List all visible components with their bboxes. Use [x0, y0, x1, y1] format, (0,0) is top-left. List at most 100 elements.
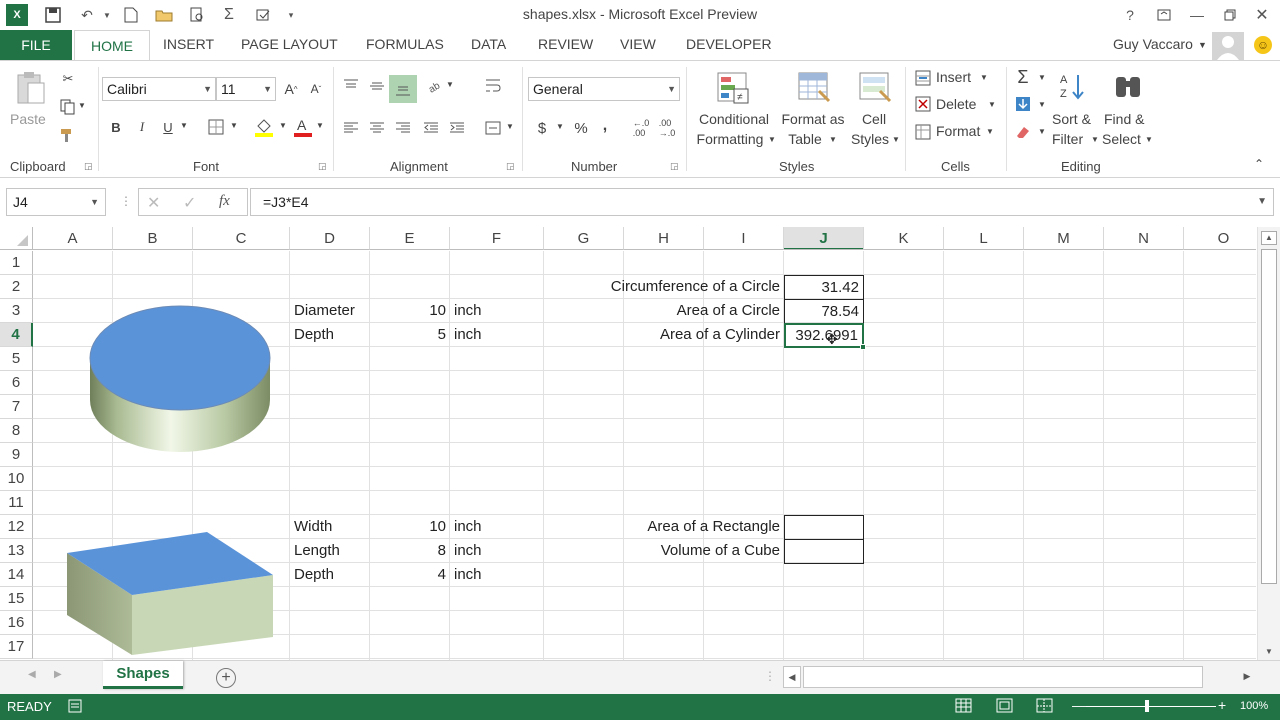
tab-view[interactable]: VIEW [620, 36, 656, 52]
column-header-J-selected[interactable]: J [784, 227, 864, 250]
insert-cells-button[interactable]: Insert [936, 69, 971, 85]
insert-cells-icon[interactable] [914, 69, 932, 87]
cylinder-shape[interactable] [86, 305, 276, 455]
scroll-left-icon[interactable]: ◀ [783, 666, 801, 688]
collapse-ribbon-icon[interactable]: ⌃ [1254, 157, 1264, 171]
cell-F4[interactable]: inch [450, 323, 544, 347]
find-select-dropdown-icon[interactable]: ▼ [1145, 135, 1153, 144]
font-family-select[interactable]: Calibri ▼ [102, 77, 216, 101]
row-header-5[interactable]: 5 [0, 347, 33, 371]
row-header-3[interactable]: 3 [0, 299, 33, 323]
column-header-C[interactable]: C [193, 227, 290, 250]
tab-page-layout[interactable]: PAGE LAYOUT [241, 36, 338, 52]
orientation-dropdown-icon[interactable]: ▼ [446, 80, 454, 89]
vertical-scroll-thumb[interactable] [1261, 249, 1277, 584]
row-header-12[interactable]: 12 [0, 515, 33, 539]
page-layout-view-icon[interactable] [996, 698, 1014, 717]
row-header-10[interactable]: 10 [0, 467, 33, 491]
grow-font-icon[interactable]: A ^ [282, 79, 300, 99]
italic-button[interactable]: I [134, 117, 150, 137]
cut-icon[interactable]: ✂ [58, 69, 78, 89]
minimize-icon[interactable]: — [1185, 4, 1209, 26]
cell-E4[interactable]: 5 [370, 323, 450, 347]
borders-dropdown-icon[interactable]: ▼ [230, 121, 238, 130]
prev-sheet-icon[interactable]: ◀ [28, 669, 36, 680]
cell-E3[interactable]: 10 [370, 299, 450, 323]
zoom-level[interactable]: 100% [1240, 700, 1268, 712]
cell-D12[interactable]: Width [290, 515, 370, 539]
row-header-14[interactable]: 14 [0, 563, 33, 587]
macro-record-icon[interactable] [68, 698, 84, 717]
column-header-K[interactable]: K [864, 227, 944, 250]
row-header-2[interactable]: 2 [0, 275, 33, 299]
wrap-text-icon[interactable] [482, 75, 504, 97]
tab-file[interactable]: FILE [0, 30, 72, 60]
shrink-font-icon[interactable]: Aˇ [307, 79, 325, 99]
cell-H13[interactable]: Volume of a Cube [544, 539, 784, 563]
cell-styles-icon[interactable] [858, 71, 892, 108]
cell-styles-dropdown-icon[interactable]: ▼ [892, 135, 900, 144]
currency-button[interactable]: $ [534, 117, 550, 139]
ribbon-display-icon[interactable] [1152, 4, 1176, 26]
cell-F3[interactable]: inch [450, 299, 544, 323]
formula-input[interactable]: =J3*E4 ▼ [250, 188, 1274, 216]
format-as-table-dropdown-icon[interactable]: ▼ [829, 135, 837, 144]
font-launcher-icon[interactable]: ◲ [318, 161, 327, 172]
cell-J4-active[interactable]: 392.6991 [784, 323, 864, 348]
column-header-L[interactable]: L [944, 227, 1024, 250]
align-left-icon[interactable] [340, 117, 362, 139]
delete-cells-dropdown-icon[interactable]: ▼ [988, 100, 996, 109]
cell-E13[interactable]: 8 [370, 539, 450, 563]
find-select-line2[interactable]: Select [1102, 131, 1141, 147]
row-header-4[interactable]: 4 [0, 323, 33, 347]
percent-button[interactable]: % [572, 117, 590, 139]
cell-F13[interactable]: inch [450, 539, 544, 563]
align-center-icon[interactable] [366, 117, 388, 139]
increase-decimal-icon[interactable]: ←.0.00 [630, 117, 652, 139]
borders-icon[interactable] [206, 117, 226, 137]
find-select-icon[interactable] [1112, 71, 1144, 106]
zoom-slider[interactable] [1086, 706, 1216, 707]
row-header-16[interactable]: 16 [0, 611, 33, 635]
box-shape[interactable] [64, 527, 278, 660]
middle-align-icon[interactable] [366, 75, 388, 97]
clear-dropdown-icon[interactable]: ▼ [1038, 127, 1046, 136]
format-painter-icon[interactable] [58, 125, 78, 145]
tab-data[interactable]: DATA [471, 36, 506, 52]
comma-button[interactable]: , [598, 115, 612, 137]
zoom-in-icon[interactable]: + [1218, 697, 1226, 713]
column-header-A[interactable]: A [33, 227, 113, 250]
zoom-out-icon[interactable]: — [1072, 697, 1086, 713]
column-header-E[interactable]: E [370, 227, 450, 250]
cell-D4[interactable]: Depth [290, 323, 370, 347]
align-right-icon[interactable] [392, 117, 414, 139]
vertical-scrollbar[interactable]: ▲ ▼ [1257, 227, 1280, 660]
underline-button[interactable]: U [160, 117, 176, 137]
row-header-9[interactable]: 9 [0, 443, 33, 467]
decrease-indent-icon[interactable] [420, 117, 442, 139]
fill-dropdown-icon[interactable]: ▼ [1038, 100, 1046, 109]
insert-cells-dropdown-icon[interactable]: ▼ [980, 73, 988, 82]
font-color-dropdown-icon[interactable]: ▼ [316, 121, 324, 130]
row-header-11[interactable]: 11 [0, 491, 33, 515]
find-select-line1[interactable]: Find & [1104, 111, 1144, 127]
column-header-B[interactable]: B [113, 227, 193, 250]
fill-color-icon[interactable] [253, 115, 275, 139]
bottom-align-icon[interactable] [389, 75, 417, 103]
help-icon[interactable]: ? [1118, 4, 1142, 26]
font-size-select[interactable]: 11 ▼ [216, 77, 276, 101]
row-header-8[interactable]: 8 [0, 419, 33, 443]
row-header-13[interactable]: 13 [0, 539, 33, 563]
autosum-dropdown-icon[interactable]: ▼ [1038, 73, 1046, 82]
cell-J13[interactable] [784, 539, 864, 564]
format-as-table-icon[interactable] [797, 71, 831, 108]
horizontal-scroll-thumb[interactable] [803, 666, 1203, 688]
autosum-ribbon-icon[interactable]: Σ [1014, 67, 1032, 87]
cell-J2[interactable]: 31.42 [784, 275, 864, 300]
increase-indent-icon[interactable] [446, 117, 468, 139]
select-all-button[interactable] [0, 227, 33, 250]
copy-dropdown-icon[interactable]: ▼ [78, 101, 86, 110]
restore-icon[interactable] [1218, 4, 1242, 26]
column-header-N[interactable]: N [1104, 227, 1184, 250]
column-header-H[interactable]: H [624, 227, 704, 250]
